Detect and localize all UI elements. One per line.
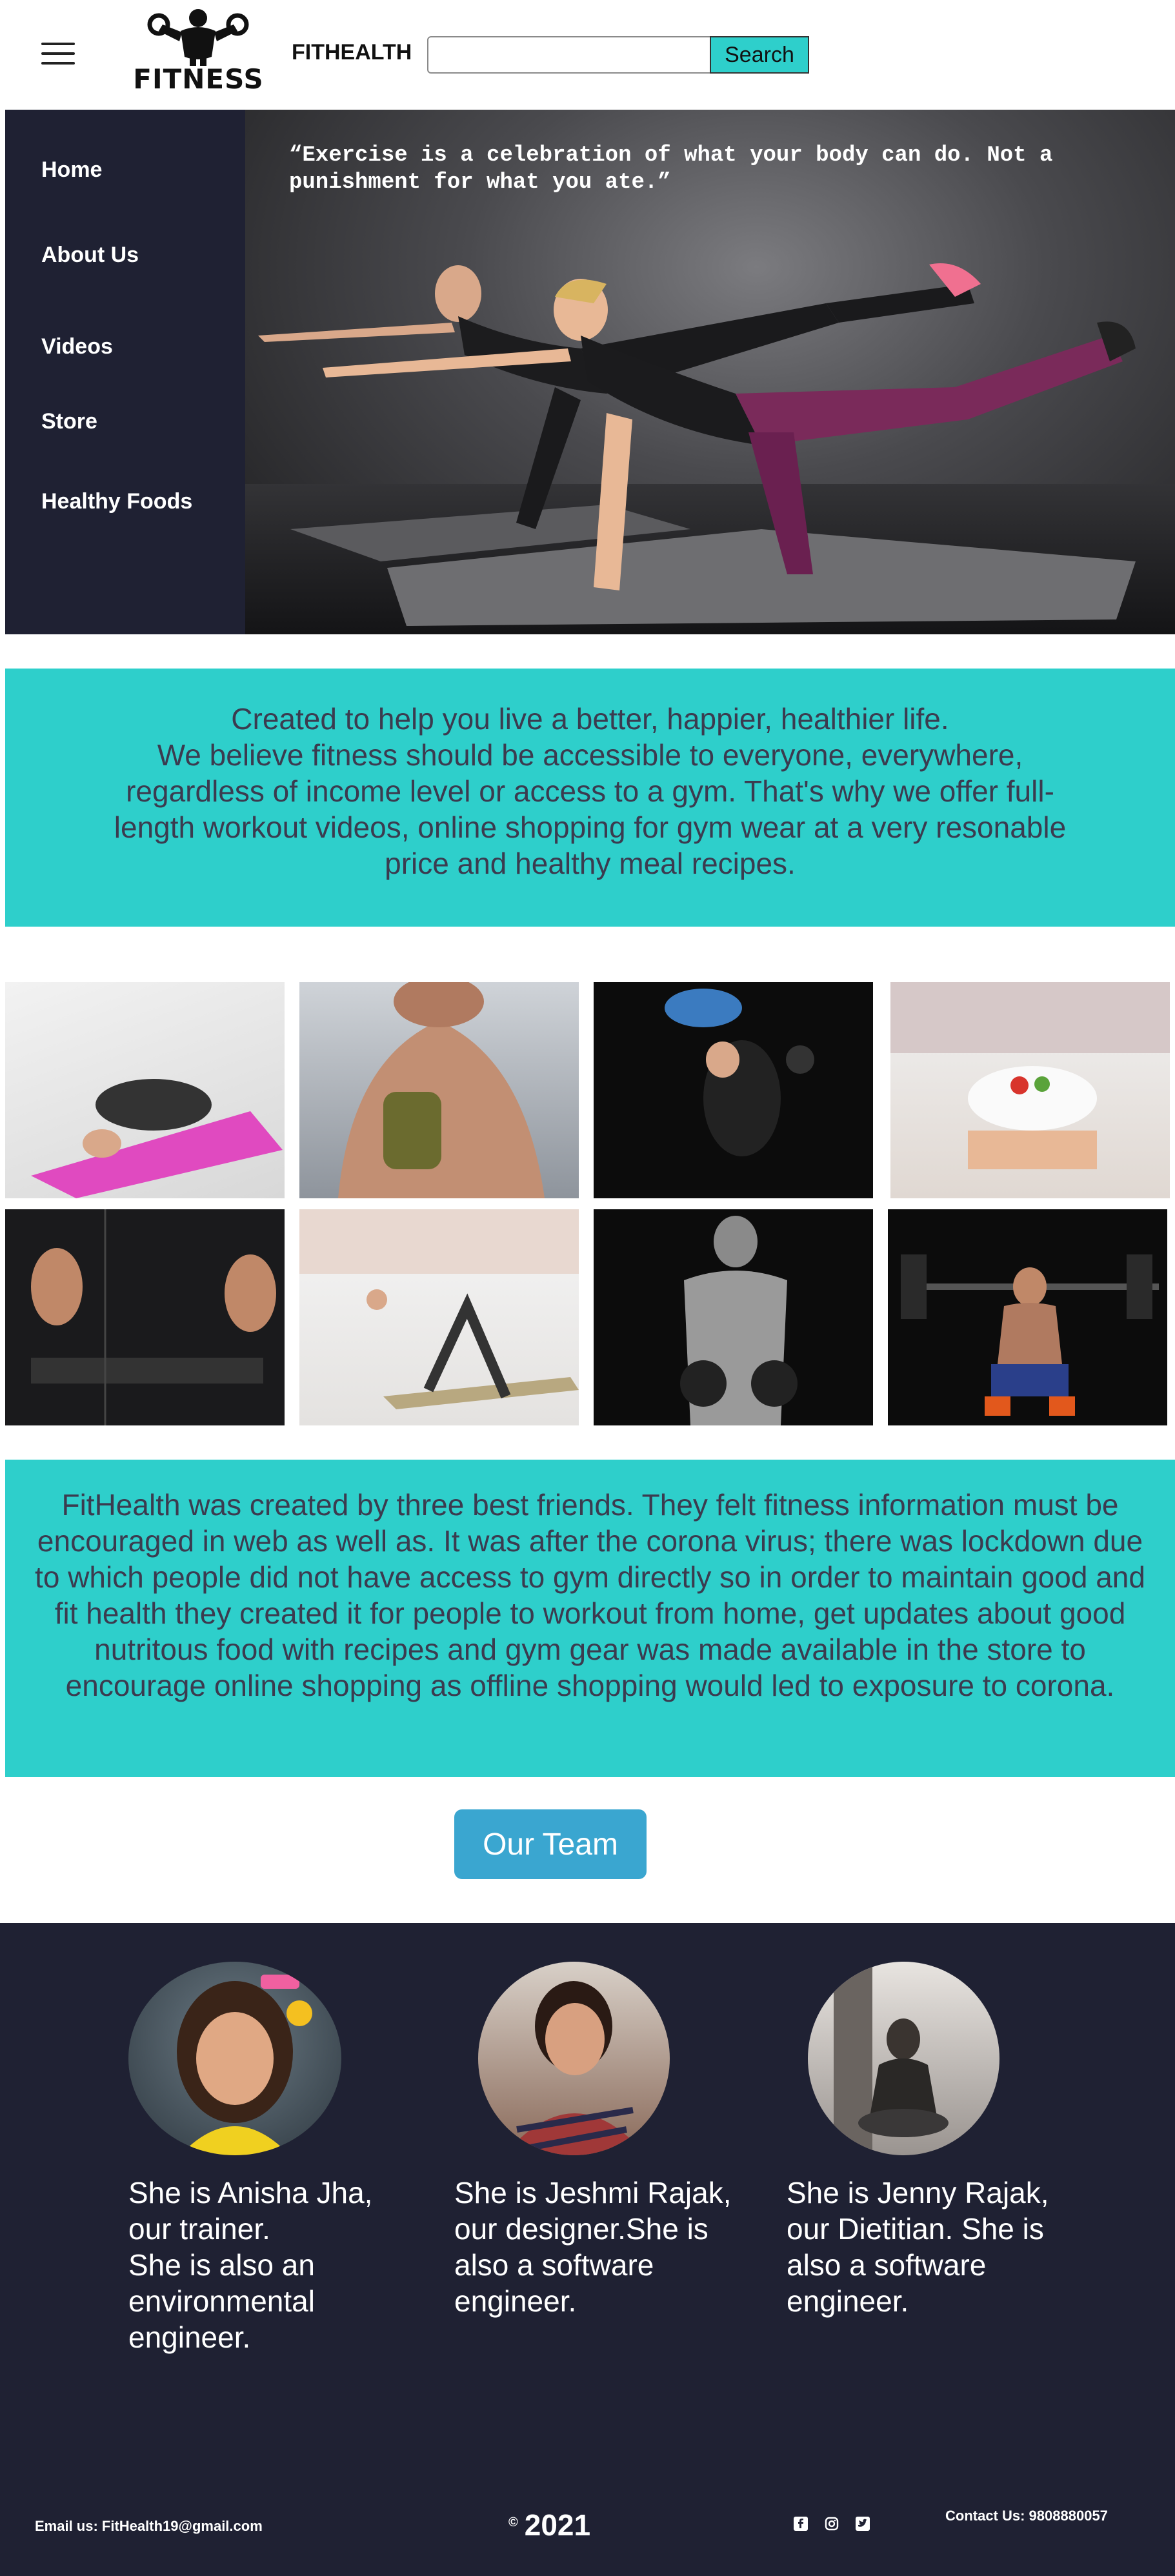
gallery-image-healthy-bowl bbox=[890, 982, 1170, 1198]
gallery-image-man-pickles bbox=[299, 982, 579, 1198]
avatar-jenny bbox=[808, 1962, 999, 2155]
sidebar-item-videos[interactable]: Videos bbox=[41, 334, 113, 359]
footer-email: Email us: FitHealth19@gmail.com bbox=[35, 2518, 263, 2534]
intro-section: Created to help you live a better, happi… bbox=[5, 669, 1175, 927]
gallery-image-yoga-stretch bbox=[299, 1209, 579, 1425]
team-member-jenny-text: She is Jenny Rajak, our Dietitian. She i… bbox=[787, 2176, 1049, 2318]
intro-description: We believe fitness should be accessible … bbox=[114, 738, 1067, 880]
footer-copyright: © 2021 bbox=[508, 2508, 590, 2542]
logo-figure-icon bbox=[147, 9, 249, 66]
facebook-icon[interactable] bbox=[794, 2517, 808, 2531]
footer-contact: Contact Us: 9808880057 bbox=[945, 2508, 1108, 2524]
hero-workout-image: “Exercise is a celebration of what your … bbox=[245, 110, 1175, 634]
about-text: FitHealth was created by three best frie… bbox=[35, 1488, 1145, 1702]
sidebar-item-healthy-foods[interactable]: Healthy Foods bbox=[41, 489, 192, 514]
copyright-year: 2021 bbox=[524, 2508, 591, 2542]
avatar-jeshmi bbox=[478, 1962, 670, 2155]
gallery-image-yoga-mat bbox=[5, 982, 285, 1198]
logo-text: FITNESS bbox=[133, 63, 264, 95]
search-input[interactable] bbox=[427, 36, 711, 74]
hero-quote: “Exercise is a celebration of what your … bbox=[289, 143, 1053, 195]
team-member-anisha-text: She is Anisha Jha, our trainer. She is a… bbox=[128, 2176, 373, 2354]
social-links bbox=[794, 2517, 870, 2531]
twitter-icon[interactable] bbox=[856, 2517, 870, 2531]
brand-name: FITHEALTH bbox=[292, 40, 412, 65]
team-section: She is Anisha Jha, our trainer. She is a… bbox=[0, 1923, 1175, 2576]
hamburger-menu-icon[interactable] bbox=[41, 43, 75, 65]
sidebar-item-about-us[interactable]: About Us bbox=[41, 243, 139, 268]
gallery-image-trainer bbox=[594, 982, 873, 1198]
fitness-logo[interactable]: FITNESS bbox=[129, 5, 268, 95]
our-team-button[interactable]: Our Team bbox=[454, 1809, 647, 1879]
sidebar-item-store[interactable]: Store bbox=[41, 409, 97, 434]
avatar-anisha bbox=[128, 1962, 341, 2155]
search-button[interactable]: Search bbox=[710, 36, 809, 74]
gallery-image-dumbbells bbox=[5, 1209, 285, 1425]
site-header: FITNESS FITHEALTH Search bbox=[0, 0, 1175, 110]
instagram-icon[interactable] bbox=[825, 2517, 839, 2531]
team-member-jeshmi-text: She is Jeshmi Rajak, our designer.She is… bbox=[454, 2176, 732, 2318]
gallery-image-boxer bbox=[594, 1209, 873, 1425]
hero-section: Home About Us Videos Store Healthy Foods bbox=[5, 110, 1175, 634]
intro-tagline: Created to help you live a better, happi… bbox=[231, 702, 949, 736]
about-section: FitHealth was created by three best frie… bbox=[5, 1460, 1175, 1777]
gallery-image-barbell-squat bbox=[888, 1209, 1167, 1425]
sidebar-item-home[interactable]: Home bbox=[41, 157, 102, 183]
sidebar-nav: Home About Us Videos Store Healthy Foods bbox=[5, 110, 245, 634]
copyright-icon: © bbox=[508, 2515, 518, 2530]
